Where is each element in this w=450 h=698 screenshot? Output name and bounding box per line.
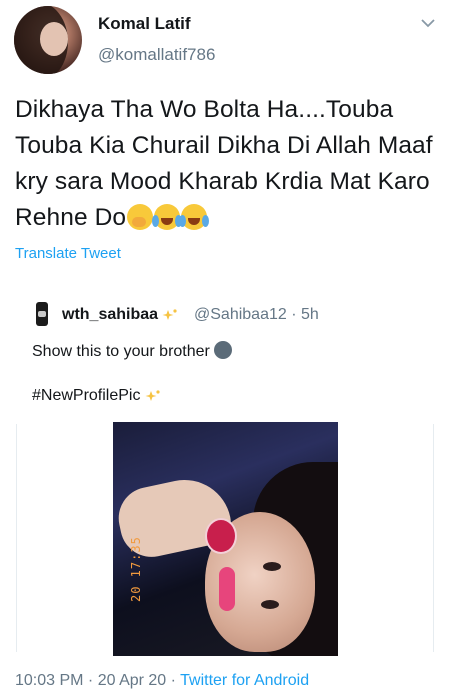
- quoted-hashtag-line: #NewProfilePic: [32, 387, 161, 405]
- quoted-tweet[interactable]: wth_sahibaa @Sahibaa12 · 5h Show this to…: [16, 292, 434, 656]
- quoted-hashtag[interactable]: #NewProfilePic: [32, 387, 140, 404]
- quoted-author-name-text: wth_sahibaa: [62, 306, 159, 323]
- shushing-face-icon: [127, 204, 154, 230]
- avatar-face: [40, 22, 68, 56]
- author-handle[interactable]: @komallatif786: [98, 45, 215, 65]
- tweet-text: Dikhaya Tha Wo Bolta Ha....Touba Touba K…: [15, 96, 433, 231]
- photo-eye: [261, 600, 279, 609]
- photo-eye: [263, 562, 281, 571]
- tweet-body: Dikhaya Tha Wo Bolta Ha....Touba Touba K…: [15, 92, 440, 236]
- tears-of-joy-icon: [179, 204, 210, 230]
- sparkle-icon: [145, 390, 160, 401]
- translate-tweet-link[interactable]: Translate Tweet: [15, 245, 121, 262]
- quoted-handle-time[interactable]: @Sahibaa12 · 5h: [194, 306, 319, 324]
- tweet-source[interactable]: Twitter for Android: [180, 672, 309, 689]
- tears-of-joy-icon: [152, 204, 183, 230]
- sparkle-icon: [162, 309, 178, 320]
- quoted-avatar[interactable]: [36, 302, 48, 326]
- photo-timestamp: 20 17:35: [129, 536, 143, 602]
- quoted-photo[interactable]: 20 17:35: [113, 422, 338, 656]
- photo-lips: [219, 567, 235, 611]
- quoted-text: Show this to your brother: [32, 343, 210, 360]
- author-avatar[interactable]: [14, 6, 82, 74]
- chevron-down-icon[interactable]: [420, 16, 436, 30]
- tweet-timestamp[interactable]: 10:03 PM · 20 Apr 20 ·: [15, 672, 180, 689]
- author-name[interactable]: Komal Latif: [98, 14, 191, 34]
- photo-ring: [205, 518, 237, 554]
- neutral-face-icon: [213, 341, 232, 359]
- quoted-author-name[interactable]: wth_sahibaa: [62, 306, 178, 324]
- quoted-text-line: Show this to your brother: [32, 341, 232, 361]
- tweet-meta: 10:03 PM · 20 Apr 20 · Twitter for Andro…: [15, 672, 309, 690]
